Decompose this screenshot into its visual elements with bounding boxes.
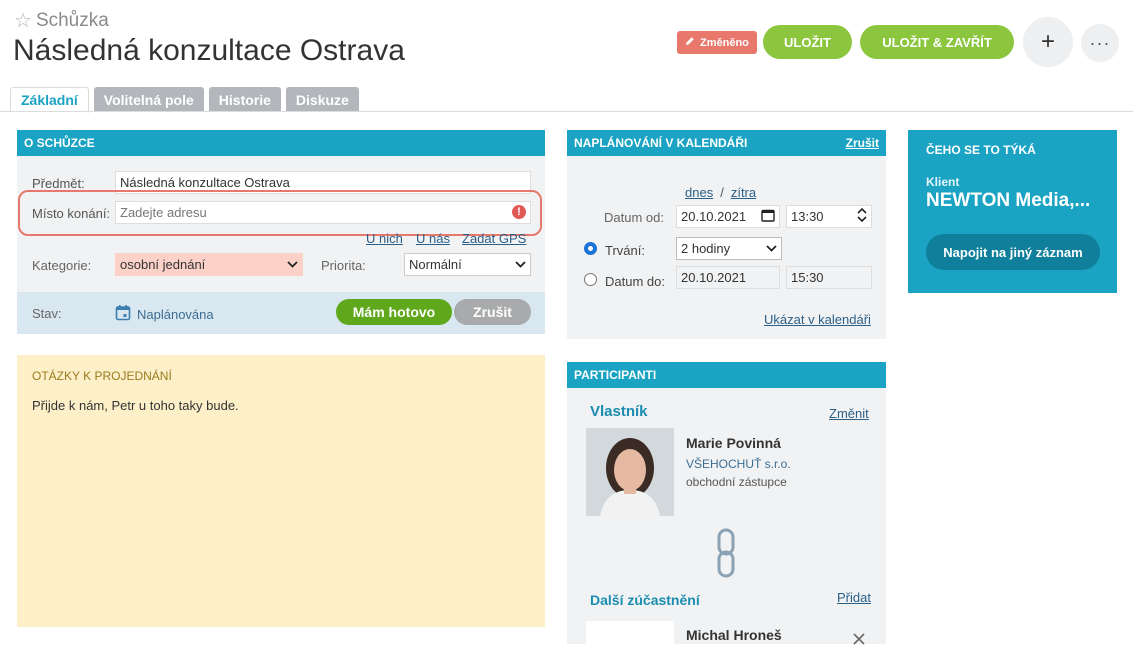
date-from-input[interactable]: 20.10.2021 <box>676 205 780 228</box>
related-heading: ČEHO SE TO TÝKÁ <box>926 143 1036 157</box>
remove-participant-icon[interactable] <box>852 632 866 650</box>
category-value: osobní jednání <box>120 257 206 272</box>
date-to-radio[interactable] <box>584 273 597 286</box>
link-our-place[interactable]: U nás <box>416 231 450 246</box>
priority-label: Priorita: <box>321 258 366 273</box>
owner-name: Marie Povinná <box>686 435 781 451</box>
calendar-cancel-link[interactable]: Zrušit <box>846 136 879 150</box>
tab-discussion[interactable]: Diskuze <box>285 87 359 112</box>
tab-basic[interactable]: Základní <box>10 87 89 113</box>
subject-label: Předmět: <box>32 176 85 191</box>
tomorrow-link[interactable]: zítra <box>731 185 756 200</box>
owner-company[interactable]: VŠEHOCHUŤ s.r.o. <box>686 457 791 471</box>
save-button[interactable]: ULOŽIT <box>763 25 852 59</box>
entity-type-label: Schůzka <box>35 9 109 31</box>
status-label: Stav: <box>32 306 62 321</box>
changed-badge: Změněno <box>677 31 757 54</box>
other-participants-label: Další zúčastnění <box>590 592 700 608</box>
place-input[interactable]: Zadejte adresu <box>115 201 531 224</box>
related-type: Klient <box>926 175 960 189</box>
page-title: Následná konzultace Ostrava <box>13 34 405 67</box>
changed-label: Změněno <box>700 36 749 49</box>
date-from-value: 20.10.2021 <box>681 209 747 224</box>
time-from-input[interactable]: 13:30 <box>786 205 872 228</box>
duration-value: 2 hodiny <box>681 241 731 256</box>
quick-date-links: dnes / zítra <box>685 185 756 200</box>
time-to-input[interactable]: 15:30 <box>786 266 872 289</box>
notes-panel: OTÁZKY K PROJEDNÁNÍ Přijde k nám, Petr u… <box>17 355 545 627</box>
chevron-down-icon <box>515 259 526 271</box>
error-icon: ! <box>512 205 526 219</box>
related-name[interactable]: NEWTON Media,... <box>926 190 1090 212</box>
priority-value: Normální <box>409 257 462 272</box>
link-enter-gps[interactable]: Zadat GPS <box>462 231 526 246</box>
tab-history[interactable]: Historie <box>208 87 281 112</box>
meeting-panel-heading: O SCHŮZCE <box>17 130 545 156</box>
change-owner-link[interactable]: Změnit <box>829 406 869 421</box>
link-other-record-button[interactable]: Napojit na jiný záznam <box>926 234 1100 270</box>
calendar-icon <box>115 304 131 324</box>
link-their-place[interactable]: U nich <box>366 231 403 246</box>
show-in-calendar-link[interactable]: Ukázat v kalendáři <box>764 312 871 327</box>
cancel-status-button[interactable]: Zrušit <box>454 299 531 325</box>
date-to-input[interactable]: 20.10.2021 <box>676 266 780 289</box>
participants-panel-heading: PARTICIPANTI <box>567 362 886 388</box>
owner-avatar <box>586 428 674 516</box>
priority-select[interactable]: Normální <box>404 253 531 276</box>
participant-avatar <box>586 621 674 644</box>
date-to-label: Datum do: <box>605 274 665 289</box>
date-separator: / <box>720 185 724 200</box>
chain-link-icon <box>716 528 736 583</box>
notes-text[interactable]: Přijde k nám, Petr u toho taky bude. <box>32 398 239 413</box>
place-placeholder: Zadejte adresu <box>120 205 207 220</box>
add-participant-link[interactable]: Přidat <box>837 590 871 605</box>
duration-label: Trvání: <box>605 243 645 258</box>
duration-select[interactable]: 2 hodiny <box>676 237 782 260</box>
participant-name: Michal Hroneš <box>686 627 782 643</box>
entity-type: ☆ Schůzka <box>14 8 109 33</box>
status-text: Naplánována <box>137 306 214 322</box>
category-label: Kategorie: <box>32 258 92 273</box>
tab-bar: Základní Volitelná pole Historie Diskuze <box>10 87 359 113</box>
add-button[interactable]: + <box>1023 17 1073 67</box>
more-options-button[interactable]: ··· <box>1081 24 1119 62</box>
date-from-label: Datum od: <box>604 210 664 225</box>
owner-role: obchodní zástupce <box>686 475 787 489</box>
pencil-icon <box>685 36 695 49</box>
calendar-heading: NAPLÁNOVÁNÍ V KALENDÁŘI <box>574 136 748 150</box>
time-spinner-icon[interactable] <box>857 207 867 226</box>
status-value: Naplánována <box>115 304 214 324</box>
tab-custom-fields[interactable]: Volitelná pole <box>93 87 204 112</box>
duration-radio[interactable] <box>584 242 597 255</box>
notes-heading: OTÁZKY K PROJEDNÁNÍ <box>32 369 172 383</box>
tabs-divider <box>0 111 1133 112</box>
star-icon[interactable]: ☆ <box>14 8 32 33</box>
meeting-heading: O SCHŮZCE <box>24 136 95 150</box>
owner-label: Vlastník <box>590 403 648 420</box>
place-label: Místo konání: <box>32 206 111 221</box>
chevron-down-icon <box>287 259 298 271</box>
chevron-down-icon <box>766 243 777 255</box>
save-and-close-button[interactable]: ULOŽIT & ZAVŘÍT <box>860 25 1014 59</box>
mark-done-button[interactable]: Mám hotovo <box>336 299 452 325</box>
calendar-picker-icon[interactable] <box>761 208 775 225</box>
calendar-panel: NAPLÁNOVÁNÍ V KALENDÁŘI Zrušit <box>567 130 886 339</box>
participants-heading: PARTICIPANTI <box>574 368 657 382</box>
category-select[interactable]: osobní jednání <box>115 253 303 276</box>
calendar-panel-heading: NAPLÁNOVÁNÍ V KALENDÁŘI Zrušit <box>567 130 886 156</box>
time-from-value: 13:30 <box>791 209 824 224</box>
today-link[interactable]: dnes <box>685 185 713 200</box>
